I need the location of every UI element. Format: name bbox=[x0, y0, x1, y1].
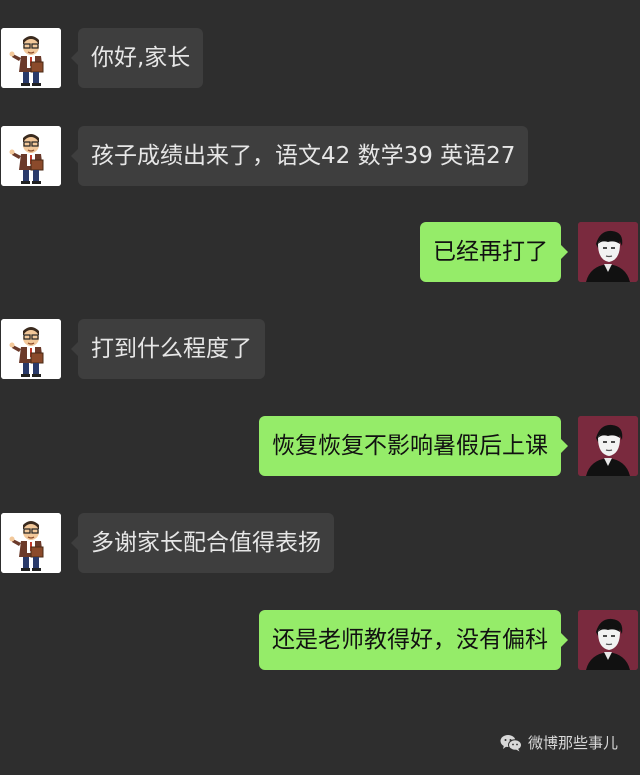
bubble-tail bbox=[560, 244, 568, 260]
bubble-tail bbox=[560, 632, 568, 648]
parent-avatar[interactable] bbox=[578, 222, 638, 282]
incoming-message-bubble[interactable]: 打到什么程度了 bbox=[78, 319, 265, 379]
outgoing-message-bubble[interactable]: 还是老师教得好，没有偏科 bbox=[259, 610, 561, 670]
wechat-icon bbox=[500, 734, 522, 751]
message-row: 已经再打了 bbox=[0, 222, 640, 284]
teacher-cartoon-icon bbox=[1, 126, 61, 186]
parent-avatar[interactable] bbox=[578, 416, 638, 476]
incoming-message-bubble[interactable]: 孩子成绩出来了，语文42 数学39 英语27 bbox=[78, 126, 529, 186]
incoming-message-bubble[interactable]: 你好,家长 bbox=[78, 28, 204, 88]
parent-photo-icon bbox=[578, 416, 638, 476]
message-row: 孩子成绩出来了，语文42 数学39 英语27 bbox=[0, 126, 640, 188]
message-row: 多谢家长配合值得表扬 bbox=[0, 513, 640, 575]
watermark: 微博那些事儿 bbox=[500, 732, 618, 753]
teacher-avatar[interactable] bbox=[1, 513, 61, 573]
incoming-message-bubble[interactable]: 多谢家长配合值得表扬 bbox=[78, 513, 334, 573]
teacher-avatar[interactable] bbox=[1, 28, 61, 88]
teacher-cartoon-icon bbox=[1, 319, 61, 379]
parent-photo-icon bbox=[578, 222, 638, 282]
parent-avatar[interactable] bbox=[578, 610, 638, 670]
chat-window: 你好,家长 孩子成绩出来了，语文42 数学39 英语27 已经再打了 打到什么程… bbox=[0, 0, 640, 775]
watermark-text: 微博那些事儿 bbox=[527, 734, 618, 752]
teacher-cartoon-icon bbox=[1, 513, 61, 573]
bubble-tail bbox=[560, 438, 568, 454]
teacher-avatar[interactable] bbox=[1, 126, 61, 186]
message-row: 还是老师教得好，没有偏科 bbox=[0, 610, 640, 672]
message-row: 恢复恢复不影响暑假后上课 bbox=[0, 416, 640, 478]
message-row: 打到什么程度了 bbox=[0, 319, 640, 381]
teacher-cartoon-icon bbox=[1, 28, 61, 88]
teacher-avatar[interactable] bbox=[1, 319, 61, 379]
parent-photo-icon bbox=[578, 610, 638, 670]
outgoing-message-bubble[interactable]: 恢复恢复不影响暑假后上课 bbox=[259, 416, 561, 476]
message-row: 你好,家长 bbox=[0, 28, 640, 90]
outgoing-message-bubble[interactable]: 已经再打了 bbox=[420, 222, 561, 282]
